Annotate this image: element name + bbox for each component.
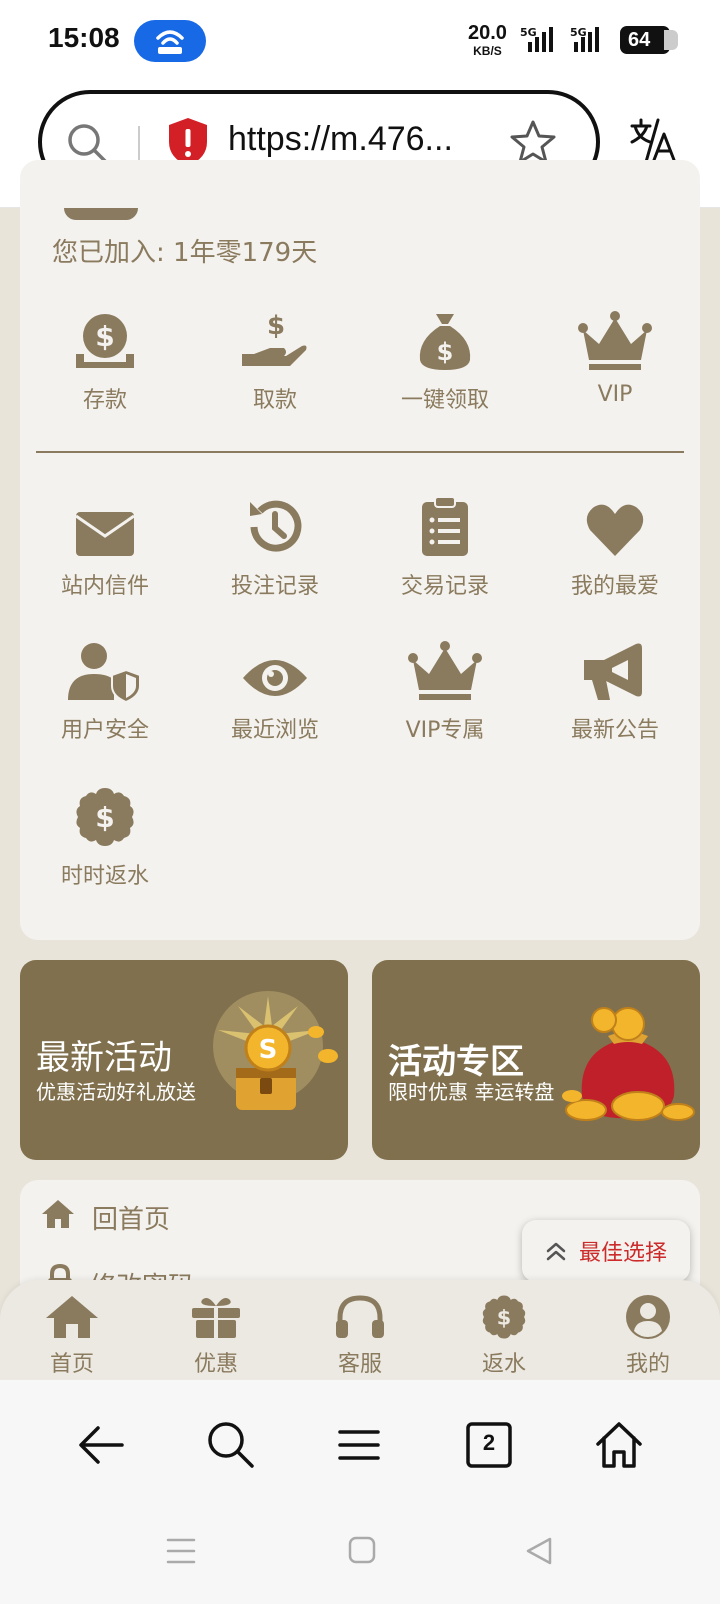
tabs-button[interactable]: 2 bbox=[462, 1418, 516, 1476]
promo-title: 最新活动 bbox=[36, 1038, 172, 1078]
promo-subtitle: 优惠活动好礼放送 bbox=[36, 1080, 196, 1104]
eye-icon bbox=[190, 630, 360, 702]
withdraw-button[interactable]: $ 取款 bbox=[190, 300, 360, 414]
crown-icon bbox=[360, 630, 530, 702]
user-circle-icon bbox=[626, 1295, 670, 1339]
crown-icon bbox=[530, 300, 700, 372]
deposit-button[interactable]: $ 存款 bbox=[20, 300, 190, 414]
history-icon bbox=[190, 486, 360, 558]
treasure-chest-icon: S bbox=[213, 991, 338, 1110]
tab-rebate[interactable]: $ 返水 bbox=[454, 1294, 554, 1378]
promo-subtitle: 限时优惠 幸运转盘 bbox=[388, 1080, 555, 1104]
transaction-history-button[interactable]: 交易记录 bbox=[360, 486, 530, 600]
search-icon[interactable] bbox=[204, 1418, 258, 1476]
hotspot-indicator bbox=[134, 20, 206, 62]
svg-text:S: S bbox=[259, 1035, 278, 1065]
hotspot-icon bbox=[156, 30, 184, 54]
money-bag-icon: $ bbox=[360, 300, 530, 372]
home-icon[interactable] bbox=[592, 1418, 646, 1476]
app-tab-bar: 首页 优惠 客服 $ 返水 我的 bbox=[0, 1280, 720, 1380]
vip-button[interactable]: VIP bbox=[530, 300, 700, 407]
svg-text:$: $ bbox=[267, 311, 285, 341]
signal-icon: 5G bbox=[520, 26, 566, 54]
menu-icon[interactable] bbox=[332, 1418, 386, 1476]
url-text[interactable]: https://m.476... bbox=[228, 120, 453, 159]
joined-duration: 您已加入: 1年零179天 bbox=[52, 238, 318, 268]
svg-text:$: $ bbox=[95, 801, 114, 834]
favorites-button[interactable]: 我的最爱 bbox=[530, 486, 700, 600]
tab-count: 2 bbox=[482, 1430, 496, 1455]
announcements-button[interactable]: 最新公告 bbox=[530, 630, 700, 744]
rebate-button[interactable]: $ 时时返水 bbox=[20, 776, 190, 890]
envelope-icon bbox=[20, 486, 190, 558]
browser-bottom-bar: 2 bbox=[0, 1380, 720, 1604]
section-divider bbox=[36, 451, 684, 453]
home-link[interactable]: 回首页 bbox=[40, 1198, 170, 1237]
vip-exclusive-button[interactable]: VIP专属 bbox=[360, 630, 530, 744]
home-icon bbox=[46, 1296, 98, 1338]
tab-mine[interactable]: 我的 bbox=[598, 1294, 698, 1378]
clipboard-icon bbox=[360, 486, 530, 558]
svg-text:$: $ bbox=[95, 320, 114, 353]
svg-text:$: $ bbox=[497, 1305, 511, 1329]
recents-icon[interactable] bbox=[166, 1536, 196, 1570]
dollar-badge-icon: $ bbox=[20, 776, 190, 848]
tab-home[interactable]: 首页 bbox=[22, 1294, 122, 1378]
promo-activity-zone[interactable]: 活动专区 限时优惠 幸运转盘 bbox=[372, 960, 700, 1160]
address-divider bbox=[138, 126, 140, 162]
user-security-button[interactable]: 用户安全 bbox=[20, 630, 190, 744]
user-shield-icon bbox=[20, 630, 190, 702]
heart-icon bbox=[530, 486, 700, 558]
svg-text:$: $ bbox=[437, 338, 454, 366]
dollar-badge-icon: $ bbox=[482, 1295, 526, 1339]
inbox-button[interactable]: 站内信件 bbox=[20, 486, 190, 600]
status-time: 15:08 bbox=[48, 22, 120, 53]
megaphone-icon bbox=[530, 630, 700, 702]
home-button-icon[interactable] bbox=[348, 1536, 376, 1568]
best-choice-button[interactable]: 最佳选择 bbox=[522, 1220, 690, 1282]
battery-indicator: 64 bbox=[620, 26, 678, 54]
headset-icon bbox=[336, 1295, 384, 1338]
lucky-bag-icon bbox=[562, 1007, 695, 1121]
promo-latest-activities[interactable]: 最新活动 优惠活动好礼放送 S bbox=[20, 960, 348, 1160]
tab-customer-service[interactable]: 客服 bbox=[310, 1294, 410, 1378]
one-click-claim-button[interactable]: $ 一键领取 bbox=[360, 300, 530, 414]
double-chevron-up-icon bbox=[546, 1242, 566, 1261]
net-speed: 20.0 KB/S bbox=[468, 22, 507, 58]
recent-views-button[interactable]: 最近浏览 bbox=[190, 630, 360, 744]
tab-promotions[interactable]: 优惠 bbox=[166, 1294, 266, 1378]
bet-history-button[interactable]: 投注记录 bbox=[190, 486, 360, 600]
home-icon bbox=[40, 1198, 76, 1237]
withdraw-icon: $ bbox=[190, 300, 360, 372]
avatar bbox=[64, 208, 138, 220]
status-bar: 15:08 20.0 KB/S 5G 5G 64 bbox=[0, 0, 720, 80]
system-back-icon[interactable] bbox=[524, 1536, 554, 1570]
back-arrow-icon[interactable] bbox=[74, 1418, 128, 1476]
deposit-icon: $ bbox=[20, 300, 190, 372]
signal-icon: 5G bbox=[566, 26, 612, 54]
gift-icon bbox=[192, 1298, 240, 1338]
